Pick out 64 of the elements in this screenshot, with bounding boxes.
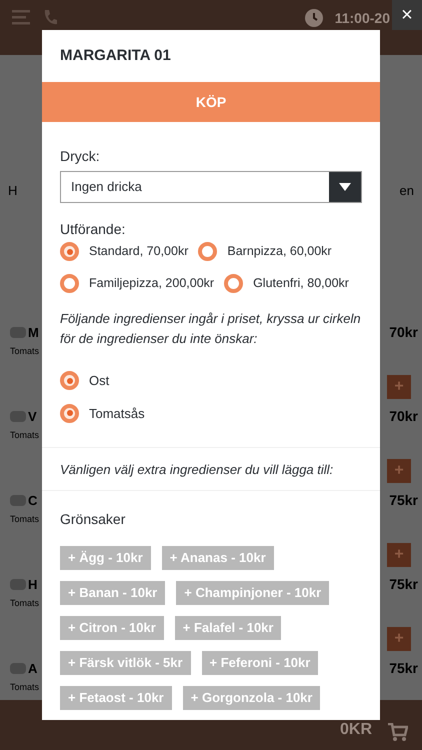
item-price: 75kr <box>389 575 418 594</box>
item-checkbox[interactable] <box>10 495 26 506</box>
instruction-text: Följande ingredienser ingår i priset, kryssa ur cirkeln för de ingredienser du inte önskar: <box>60 310 362 348</box>
item-description: Tomats <box>10 344 40 358</box>
ingredient-label: Tomatsås <box>89 404 145 422</box>
extra-ingredient-button[interactable]: + Feferoni - 10kr <box>202 650 318 674</box>
add-button[interactable]: + <box>387 626 411 650</box>
clock-icon <box>304 9 323 27</box>
item-description: Tomats <box>10 512 40 526</box>
menu-icon[interactable] <box>12 9 30 25</box>
option-label: Familjepizza, 200,00kr <box>89 275 214 292</box>
field-label: Utförande: <box>60 220 126 239</box>
category-tab[interactable]: en <box>400 181 414 200</box>
cart-total: 0KR <box>340 720 372 740</box>
add-button[interactable]: + <box>387 542 411 566</box>
item-checkbox[interactable] <box>10 411 26 422</box>
extra-ingredient-button[interactable]: + Banan - 10kr <box>60 580 166 604</box>
option-label: Barnpizza, 60,00kr <box>227 243 332 260</box>
radio-button[interactable] <box>60 242 79 261</box>
radio-button[interactable] <box>198 242 218 261</box>
item-price: 75kr <box>389 659 418 678</box>
radio-button[interactable] <box>60 274 79 293</box>
field-label: Dryck: <box>60 147 100 166</box>
product-title: MARGARITA 01 <box>60 46 171 66</box>
extra-ingredient-button[interactable]: + Fetaost - 10kr <box>60 686 172 710</box>
add-button[interactable]: + <box>387 458 411 482</box>
extra-ingredient-button[interactable]: + Champinjoner - 10kr <box>176 580 330 604</box>
item-name: V <box>28 408 37 426</box>
category-tab[interactable]: H <box>8 181 18 200</box>
item-description: Tomats <box>10 596 40 610</box>
buy-button[interactable]: KÖP <box>42 82 380 122</box>
radio-button[interactable] <box>224 274 244 293</box>
cart-icon[interactable] <box>388 723 408 742</box>
dropdown-arrow-icon <box>339 183 351 191</box>
item-price: 70kr <box>389 323 418 342</box>
ingredient-label: Ost <box>89 372 110 390</box>
item-checkbox[interactable] <box>10 579 26 590</box>
item-price: 75kr <box>389 491 418 510</box>
category-heading: Grönsaker <box>60 510 126 528</box>
extra-ingredient-button[interactable]: + Citron - 10kr <box>60 616 164 640</box>
ingredient-toggle[interactable] <box>60 371 79 390</box>
item-name: H <box>28 576 38 594</box>
extra-ingredient-button[interactable]: + Färsk vitlök - 5kr <box>60 650 191 674</box>
item-checkbox[interactable] <box>10 663 26 674</box>
option-label: Glutenfri, 80,00kr <box>253 275 349 292</box>
item-name: C <box>28 492 38 510</box>
drink-select[interactable]: Ingen dricka <box>60 171 362 203</box>
item-checkbox[interactable] <box>10 327 26 338</box>
item-price: 70kr <box>389 407 418 426</box>
phone-icon[interactable] <box>42 9 58 27</box>
add-button[interactable]: + <box>387 374 411 398</box>
option-label: Standard, 70,00kr <box>89 243 188 260</box>
instruction-text: Vänligen välj extra ingredienser du vill lägga till: <box>60 461 334 479</box>
opening-hours: 11:00-20 <box>334 9 390 27</box>
item-name: M <box>28 324 39 342</box>
extra-ingredient-button[interactable]: + Ägg - 10kr <box>60 546 151 570</box>
item-description: Tomats <box>10 680 40 694</box>
extra-ingredient-button[interactable]: + Ananas - 10kr <box>162 546 274 570</box>
ingredient-toggle[interactable] <box>60 404 79 423</box>
close-button[interactable]: × <box>392 0 422 30</box>
item-name: A <box>28 660 38 678</box>
item-description: Tomats <box>10 428 40 442</box>
extra-ingredient-button[interactable]: + Falafel - 10kr <box>174 616 282 640</box>
extra-ingredient-button[interactable]: + Gorgonzola - 10kr <box>182 686 320 710</box>
